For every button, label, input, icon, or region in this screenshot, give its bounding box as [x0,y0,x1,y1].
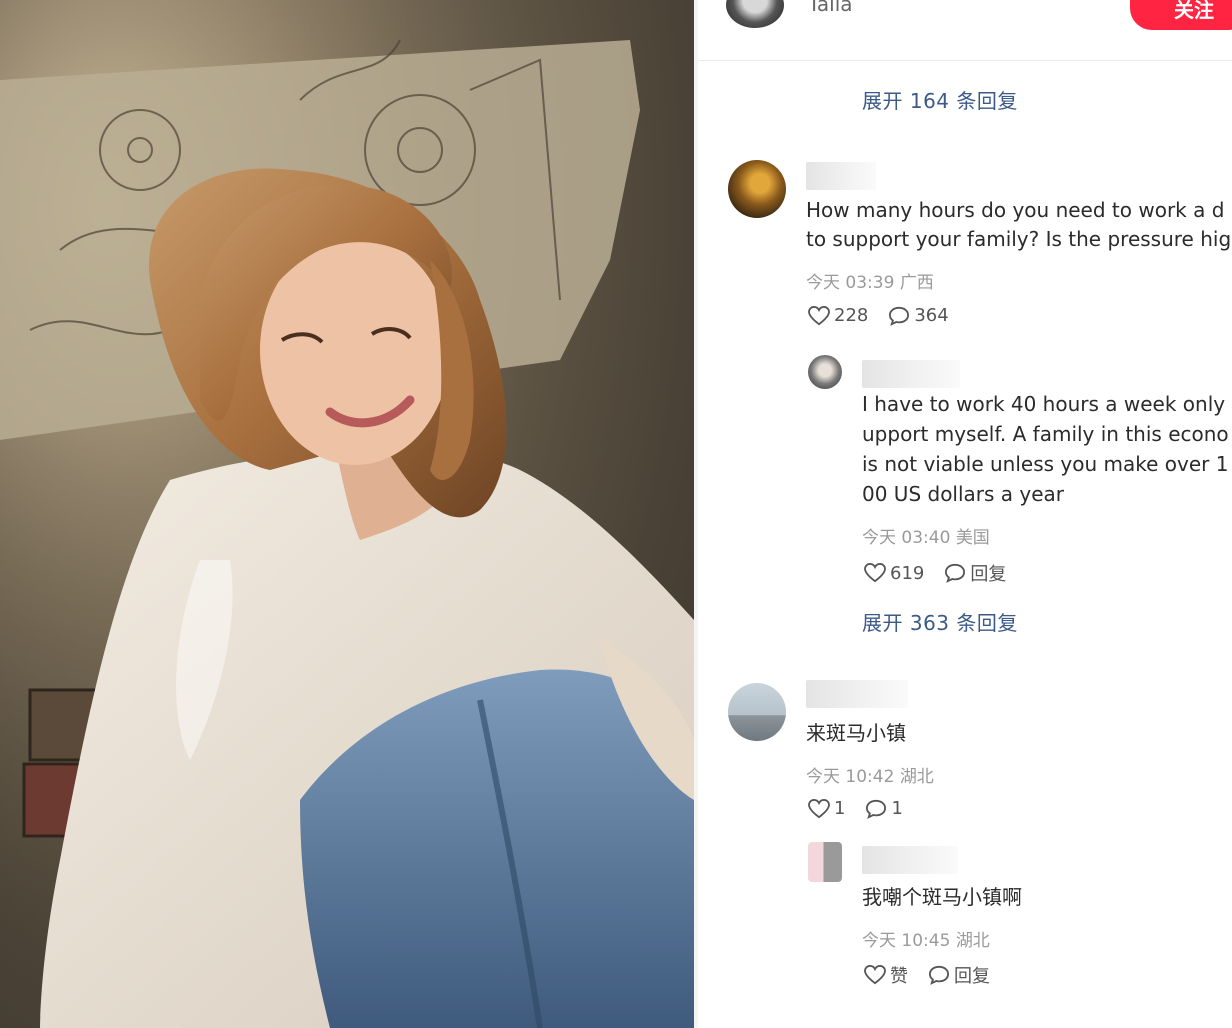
comment-text-line: How many hours do you need to work a d [806,198,1225,222]
like-button[interactable]: 赞 [864,962,908,988]
comment-time: 今天 10:45 [862,931,951,951]
comment-location: 美国 [955,528,990,548]
comment-text-line: 我嘲个斑马小镇啊 [862,885,1022,909]
comment-text-line: to support your family? Is the pressure … [806,227,1232,251]
like-label: 赞 [890,966,908,987]
comment-location: 湖北 [955,931,990,951]
expand-replies-link[interactable]: 展开 164 条回复 [862,85,1018,114]
heart-icon [808,798,830,818]
comment-text-line: 00 US dollars a year [862,482,1065,506]
selfie-illustration [0,0,694,1028]
header-divider [698,60,1232,61]
like-count: 619 [890,562,925,584]
comment-actions: 619 回复 [864,560,1026,586]
username-redacted[interactable] [806,162,876,190]
comment-text-line: upport myself. A family in this econo [862,422,1229,446]
speech-bubble-icon [928,965,950,985]
username-redacted[interactable] [862,846,958,874]
username-redacted[interactable] [806,680,908,708]
author-name[interactable]: Talia [808,0,853,16]
comments-panel: Talia 关注 展开 164 条回复 How many hours do yo… [698,0,1232,1028]
like-count: 1 [834,798,846,819]
speech-bubble-icon [945,563,966,583]
username-redacted[interactable] [862,360,960,388]
avatar[interactable] [808,355,842,389]
comment-location: 广西 [899,273,934,293]
comment-text-line: I have to work 40 hours a week only [862,392,1226,416]
follow-button[interactable]: 关注 [1130,0,1232,30]
comment-actions: 赞 回复 [864,962,1010,988]
expand-replies-link[interactable]: 展开 363 条回复 [862,607,1018,636]
selfie-photo [0,0,694,1028]
like-button[interactable]: 1 [808,798,845,819]
heart-icon [864,563,886,583]
heart-icon [808,305,830,325]
like-button[interactable]: 619 [864,563,924,584]
avatar[interactable] [728,683,786,741]
comment-meta: 今天 10:45 湖北 [862,926,990,951]
reply-label: 回复 [954,966,990,987]
comment-meta: 今天 03:40 美国 [862,523,990,548]
reply-button[interactable]: 回复 [928,962,990,988]
reply-button[interactable]: 364 [888,305,949,326]
speech-bubble-icon [889,306,910,326]
reply-count: 364 [914,305,949,326]
reply-label: 回复 [970,564,1007,585]
like-count: 228 [834,305,869,326]
comment-time: 今天 03:40 [862,528,951,548]
heart-icon [864,965,886,985]
reply-button[interactable]: 1 [865,798,903,819]
like-button[interactable]: 228 [808,305,868,326]
author-avatar[interactable] [726,0,784,28]
avatar[interactable] [808,842,842,882]
speech-bubble-icon [866,799,887,819]
comment-actions: 228 364 [808,305,969,326]
comment-meta: 今天 03:39 广西 [806,268,934,293]
comment-time: 今天 03:39 [806,273,895,293]
comment-time: 今天 10:42 [806,767,895,787]
reply-button[interactable]: 回复 [944,560,1006,586]
comment-location: 湖北 [899,767,934,787]
comment-text-line: 来斑马小镇 [806,721,906,745]
reply-count: 1 [891,798,903,819]
avatar[interactable] [728,160,786,218]
comment-meta: 今天 10:42 湖北 [806,762,934,787]
comment-actions: 1 1 [808,798,923,819]
comment-text-line: is not viable unless you make over 1 [862,452,1229,476]
